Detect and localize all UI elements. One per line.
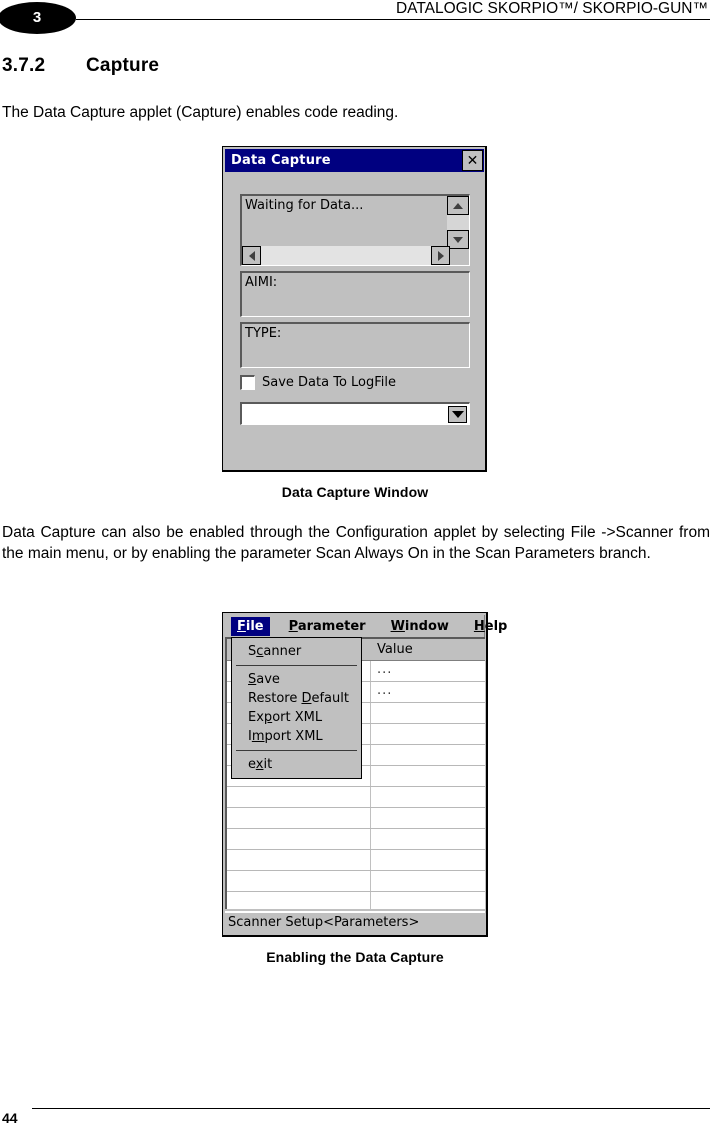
scroll-down-icon[interactable] <box>447 230 469 249</box>
data-output-area[interactable]: Waiting for Data... <box>240 194 470 266</box>
table-row[interactable] <box>227 892 485 909</box>
type-label: TYPE: <box>245 326 282 341</box>
status-bar: Scanner Setup<Parameters> <box>225 911 485 933</box>
scroll-up-icon[interactable] <box>447 196 469 215</box>
enabling-paragraph: Data Capture can also be enabled through… <box>2 524 710 562</box>
table-row[interactable] <box>227 787 485 808</box>
menu-separator <box>236 665 357 666</box>
scroll-left-icon[interactable] <box>242 246 261 265</box>
save-to-logfile-checkbox[interactable] <box>240 375 255 390</box>
table-row[interactable] <box>227 850 485 871</box>
menu-item-import-xml[interactable]: Import XML <box>232 727 361 746</box>
menu-item-export-xml[interactable]: Export XML <box>232 708 361 727</box>
section-number: 3.7.2 <box>2 55 46 76</box>
section-title: Capture <box>86 55 160 76</box>
menubar: File Parameter Window Help <box>225 615 507 637</box>
vertical-scrollbar[interactable] <box>447 196 469 249</box>
data-capture-titlebar: Data Capture ✕ <box>225 149 484 172</box>
table-header-value: Value <box>377 642 413 657</box>
logfile-combobox[interactable] <box>240 402 470 425</box>
menu-item-restore-default[interactable]: Restore Default <box>232 689 361 708</box>
chapter-number: 3 <box>32 9 42 26</box>
menu-help[interactable]: Help <box>468 617 513 636</box>
aimi-field[interactable]: AIMI: <box>240 271 470 317</box>
menu-file[interactable]: File <box>231 616 270 636</box>
menu-separator <box>236 750 357 751</box>
table-row[interactable] <box>227 871 485 892</box>
figure-caption-2: Enabling the Data Capture <box>266 949 444 965</box>
figure-caption-1: Data Capture Window <box>281 484 429 500</box>
page-title: 3.7.2 Capture <box>2 55 159 77</box>
table-row[interactable] <box>227 808 485 829</box>
page-header: 3 DATALOGIC SKORPIO™/ SKORPIO-GUN™ <box>0 0 710 40</box>
intro-paragraph: The Data Capture applet (Capture) enable… <box>2 104 399 121</box>
menu-item-exit[interactable]: exit <box>232 755 361 774</box>
footer-divider <box>32 1108 710 1109</box>
header-divider <box>76 19 710 20</box>
menu-item-scanner[interactable]: Scanner <box>232 642 361 661</box>
data-capture-window: Data Capture ✕ Waiting for Data... AIMI:… <box>222 146 487 472</box>
table-cell-value: ... <box>377 662 393 677</box>
aimi-label: AIMI: <box>245 275 278 290</box>
type-field[interactable]: TYPE: <box>240 322 470 368</box>
data-capture-title: Data Capture <box>231 153 331 168</box>
data-output-text: Waiting for Data... <box>245 198 364 213</box>
table-row[interactable] <box>227 829 485 850</box>
chevron-down-icon[interactable] <box>448 406 467 423</box>
save-to-logfile-label: Save Data To LogFile <box>262 375 397 390</box>
scanner-setup-window: File Parameter Window Help Value ... ...… <box>222 612 507 937</box>
menu-parameter[interactable]: Parameter <box>283 617 372 636</box>
save-to-logfile-row[interactable]: Save Data To LogFile <box>240 375 396 390</box>
horizontal-scrollbar[interactable] <box>242 246 450 265</box>
header-title: DATALOGIC SKORPIO™/ SKORPIO-GUN™ <box>395 0 708 17</box>
menu-item-save[interactable]: Save <box>232 670 361 689</box>
scroll-right-icon[interactable] <box>431 246 450 265</box>
file-menu-popup: Scanner Save Restore Default Export XML … <box>231 637 362 779</box>
page-number: 44 <box>2 1110 18 1126</box>
table-cell-value: ... <box>377 683 393 698</box>
chapter-badge: 3 <box>0 2 76 34</box>
menu-window[interactable]: Window <box>385 617 455 636</box>
status-text: Scanner Setup<Parameters> <box>228 915 420 930</box>
close-icon[interactable]: ✕ <box>462 150 483 171</box>
